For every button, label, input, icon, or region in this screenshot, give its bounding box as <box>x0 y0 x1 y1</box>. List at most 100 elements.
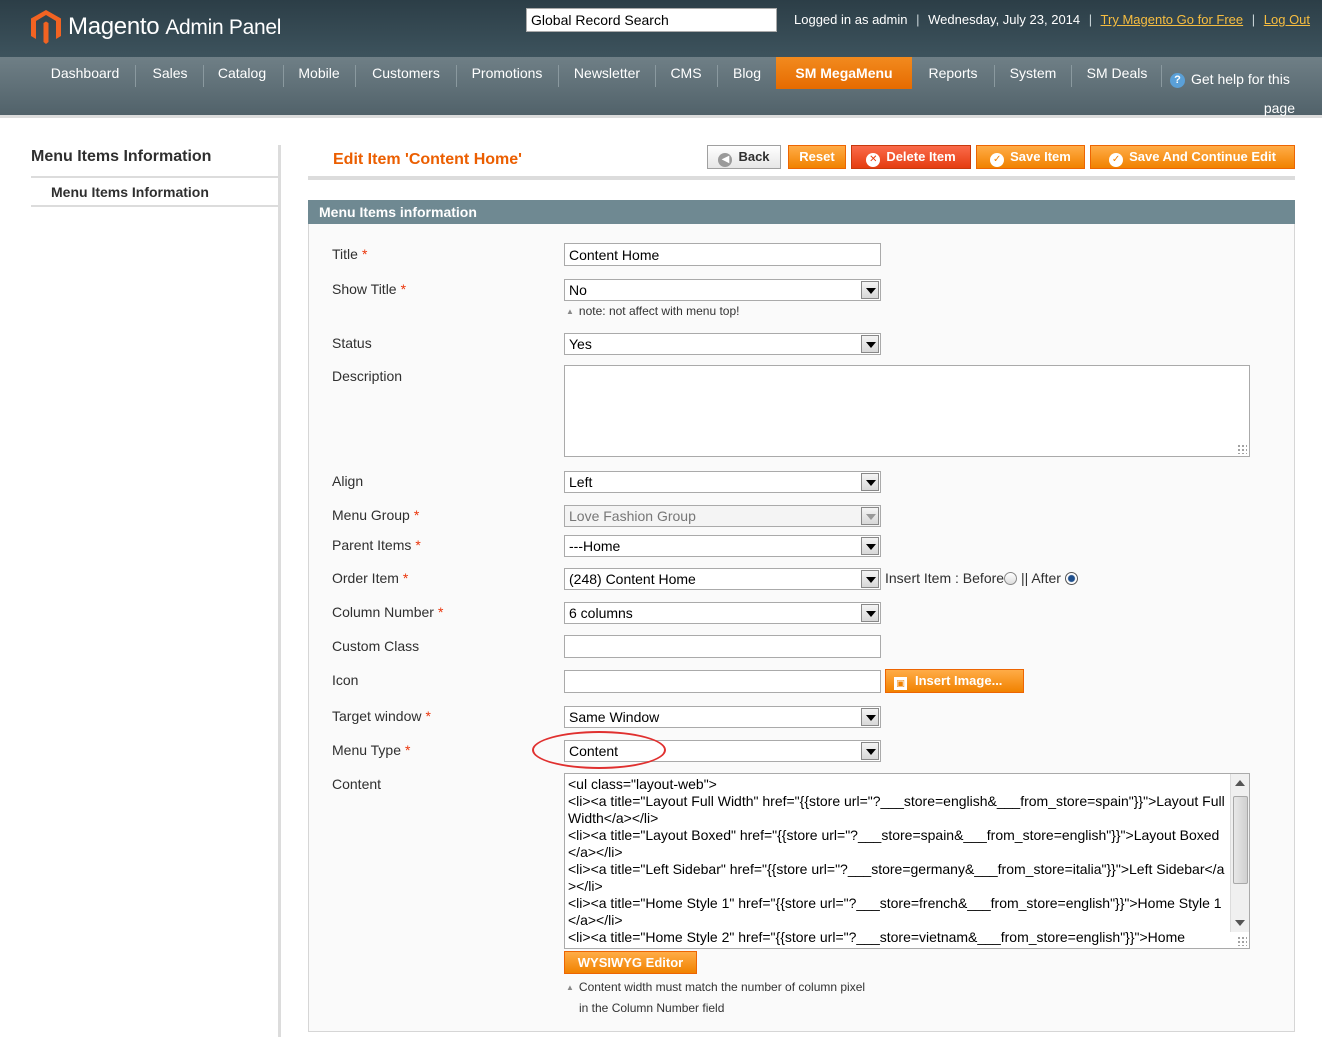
help-icon: ? <box>1170 73 1185 88</box>
menu-group-select: Love Fashion Group <box>564 505 881 527</box>
show-title-label: Show Title * <box>332 281 407 297</box>
resize-grip-icon[interactable] <box>1237 444 1247 454</box>
nav-cms[interactable]: CMS <box>660 57 712 90</box>
header-links: Logged in as admin | Wednesday, July 23,… <box>794 12 1310 27</box>
content-text[interactable]: <ul class="layout-web"> <li><a title="La… <box>568 776 1228 946</box>
nav-sales[interactable]: Sales <box>140 57 200 90</box>
nav-divider <box>1161 65 1162 87</box>
nav-promotions[interactable]: Promotions <box>461 57 553 90</box>
custom-class-label: Custom Class <box>332 638 420 654</box>
icon-input[interactable] <box>564 670 881 693</box>
nav-divider <box>558 65 559 87</box>
save-item-button[interactable]: ✓ Save Item <box>976 145 1085 169</box>
scroll-up-icon[interactable] <box>1235 780 1245 786</box>
insert-before-radio[interactable] <box>1004 572 1018 585</box>
back-label: Back <box>738 149 770 164</box>
dropdown-arrow-icon <box>861 507 879 525</box>
target-window-value: Same Window <box>569 709 660 725</box>
dropdown-arrow-icon <box>861 537 879 555</box>
nav-divider <box>203 65 204 87</box>
menu-type-value: Content <box>569 743 619 759</box>
content-note: ▲ Content width must match the number of … <box>566 977 865 1019</box>
global-search-input[interactable] <box>526 8 777 32</box>
column-number-label: Column Number * <box>332 604 444 620</box>
show-title-select[interactable]: No <box>564 279 881 301</box>
order-item-select[interactable]: (248) Content Home <box>564 568 881 590</box>
sidebar-border <box>278 145 281 1037</box>
nav-divider <box>355 65 356 87</box>
top-header: MagentoAdmin Panel Logged in as admin | … <box>0 0 1322 57</box>
divider: | <box>916 12 920 27</box>
resize-grip-icon[interactable] <box>1237 936 1247 946</box>
description-textarea[interactable] <box>564 365 1250 457</box>
nav-divider <box>456 65 457 87</box>
parent-items-value: ---Home <box>569 538 621 554</box>
dropdown-arrow-icon <box>861 708 879 726</box>
scroll-thumb[interactable] <box>1233 796 1248 884</box>
target-window-label: Target window * <box>332 708 431 724</box>
delete-item-button[interactable]: ✕ Delete Item <box>851 145 971 169</box>
page-head-divider <box>308 176 1295 180</box>
nav-system[interactable]: System <box>999 57 1067 90</box>
menu-group-value: Love Fashion Group <box>569 508 696 524</box>
main-nav: Dashboard Sales Catalog Mobile Customers… <box>0 57 1322 118</box>
save-and-continue-button[interactable]: ✓ Save And Continue Edit <box>1090 145 1295 169</box>
align-label: Align <box>332 473 364 489</box>
wysiwyg-editor-button[interactable]: WYSIWYG Editor <box>564 951 697 974</box>
insert-position-options: Insert Item : Before || After <box>885 570 1078 586</box>
custom-class-input[interactable] <box>564 635 881 658</box>
nav-mobile[interactable]: Mobile <box>288 57 350 90</box>
delete-label: Delete Item <box>886 149 956 164</box>
status-select[interactable]: Yes <box>564 333 881 355</box>
show-title-note: ▲ note: not affect with menu top! <box>566 304 740 318</box>
magento-logo[interactable]: Magento Admin Panel <box>30 8 281 46</box>
logout-link[interactable]: Log Out <box>1264 12 1310 27</box>
dropdown-arrow-icon <box>861 335 879 353</box>
logged-in-text: Logged in as admin <box>794 12 908 27</box>
column-number-select[interactable]: 6 columns <box>564 602 881 624</box>
nav-newsletter[interactable]: Newsletter <box>563 57 651 90</box>
status-value: Yes <box>569 336 592 352</box>
nav-divider <box>1071 65 1072 87</box>
brand-name: Magento <box>68 13 160 40</box>
content-textarea[interactable]: <ul class="layout-web"> <li><a title="La… <box>564 773 1250 949</box>
nav-divider <box>135 65 136 87</box>
insert-after-label: || After <box>1020 570 1061 586</box>
sidebar-title: Menu Items Information <box>31 148 212 165</box>
insert-after-radio[interactable] <box>1064 572 1078 585</box>
nav-reports[interactable]: Reports <box>916 57 990 90</box>
back-button[interactable]: ◀ Back <box>707 145 781 169</box>
brand-text: Magento Admin Panel <box>68 13 281 41</box>
align-select[interactable]: Left <box>564 471 881 493</box>
insert-image-button[interactable]: ▣ Insert Image... <box>885 669 1024 693</box>
sidebar-tab-menu-items-information[interactable]: Menu Items Information <box>51 184 209 200</box>
scroll-down-icon[interactable] <box>1235 920 1245 926</box>
nav-divider <box>655 65 656 87</box>
nav-dashboard[interactable]: Dashboard <box>40 57 130 90</box>
insert-image-label: Insert Image... <box>915 673 1003 688</box>
delete-icon: ✕ <box>866 153 881 167</box>
help-link[interactable]: ? Get help for this page <box>1170 65 1295 123</box>
note-triangle-icon: ▲ <box>566 307 574 316</box>
status-label: Status <box>332 335 372 351</box>
parent-items-label: Parent Items * <box>332 537 421 553</box>
nav-catalog[interactable]: Catalog <box>208 57 276 90</box>
insert-before-label: Insert Item : Before <box>885 570 1005 586</box>
dropdown-arrow-icon <box>861 570 879 588</box>
nav-blog[interactable]: Blog <box>722 57 772 90</box>
reset-button[interactable]: Reset <box>788 145 846 169</box>
save-label: Save Item <box>1010 149 1071 164</box>
sidebar-divider <box>31 176 279 178</box>
content-scrollbar[interactable] <box>1230 774 1249 932</box>
nav-divider <box>994 65 995 87</box>
target-window-select[interactable]: Same Window <box>564 706 881 728</box>
divider: | <box>1251 12 1256 27</box>
show-title-value: No <box>569 282 587 298</box>
parent-items-select[interactable]: ---Home <box>564 535 881 557</box>
menu-type-select[interactable]: Content <box>564 740 881 762</box>
try-magento-go-link[interactable]: Try Magento Go for Free <box>1101 12 1244 27</box>
nav-sm-deals[interactable]: SM Deals <box>1076 57 1158 90</box>
title-input[interactable] <box>564 243 881 266</box>
nav-customers[interactable]: Customers <box>360 57 452 90</box>
nav-sm-megamenu[interactable]: SM MegaMenu <box>776 57 912 89</box>
